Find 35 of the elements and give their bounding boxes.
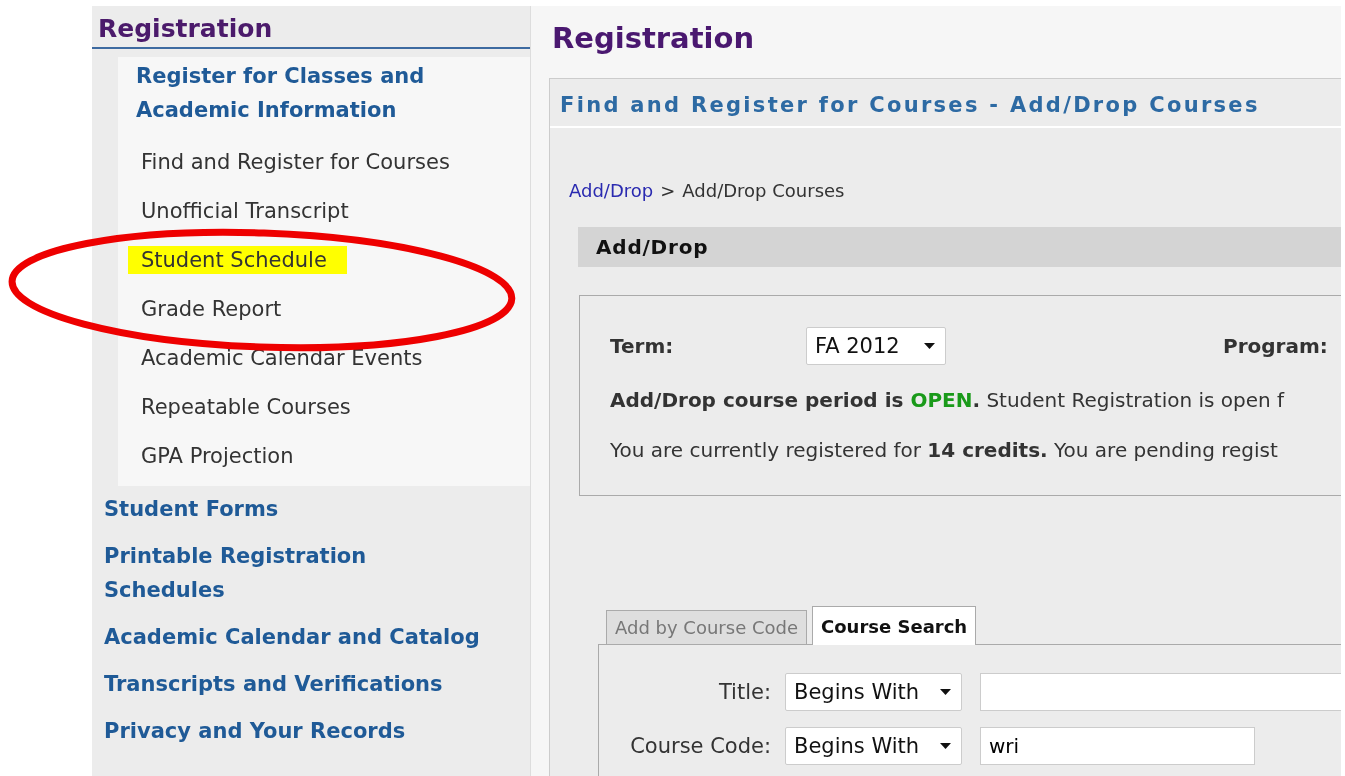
page-title: Registration bbox=[551, 20, 756, 56]
operator-dropdown[interactable]: Begins With bbox=[785, 727, 962, 765]
sidebar-item[interactable]: Repeatable Courses bbox=[128, 392, 371, 421]
breadcrumb-link[interactable]: Add/Drop bbox=[569, 180, 654, 201]
sidebar-item[interactable]: Unofficial Transcript bbox=[128, 196, 369, 225]
term-label: Term: bbox=[610, 334, 675, 358]
sidebar-section-link[interactable]: Transcripts and Verifications bbox=[104, 667, 494, 701]
program-label: Program: bbox=[1223, 334, 1328, 358]
status-text: Add/Drop course period is OPEN. Student Registration is open f bbox=[610, 387, 1286, 414]
input-field[interactable]: wri bbox=[980, 727, 1255, 765]
operator-dropdown[interactable]: Begins With bbox=[785, 673, 962, 711]
term-dropdown[interactable]: FA 2012 bbox=[806, 327, 946, 365]
caret-icon bbox=[940, 689, 951, 695]
sidebar-item[interactable]: Find and Register for Courses bbox=[128, 147, 470, 176]
sidebar-section-link[interactable]: Student Forms bbox=[104, 492, 494, 526]
sidebar-title: Registration bbox=[92, 6, 530, 49]
sidebar-item[interactable]: Student Schedule bbox=[128, 245, 347, 274]
field-label: Title: bbox=[717, 680, 771, 704]
section-header: Add/Drop bbox=[578, 227, 1341, 267]
sidebar-section-link[interactable]: Privacy and Your Records bbox=[104, 714, 494, 748]
sidebar-section-link[interactable]: Register for Classes and Academic Information bbox=[136, 59, 466, 127]
caret-icon bbox=[940, 743, 951, 749]
breadcrumb-separator: > bbox=[660, 180, 676, 201]
tab[interactable]: Course Search bbox=[812, 606, 977, 645]
sidebar-section-link[interactable]: Academic Calendar and Catalog bbox=[104, 620, 494, 654]
field-label: Course Code: bbox=[629, 734, 771, 758]
panel-title: Find and Register for Courses - Add/Drop Courses bbox=[550, 79, 1341, 128]
credits-text: You are currently registered for 14 credits. You are pending regist bbox=[610, 437, 1279, 464]
sidebar-item[interactable]: GPA Projection bbox=[128, 441, 314, 470]
sidebar-item[interactable]: Grade Report bbox=[128, 294, 302, 323]
caret-icon bbox=[924, 343, 935, 349]
sidebar-section-link[interactable]: Printable Registration Schedules bbox=[104, 539, 494, 607]
breadcrumb-current: Add/Drop Courses bbox=[682, 180, 845, 201]
sidebar-item[interactable]: Academic Calendar Events bbox=[128, 343, 443, 372]
input-field[interactable] bbox=[980, 673, 1341, 711]
